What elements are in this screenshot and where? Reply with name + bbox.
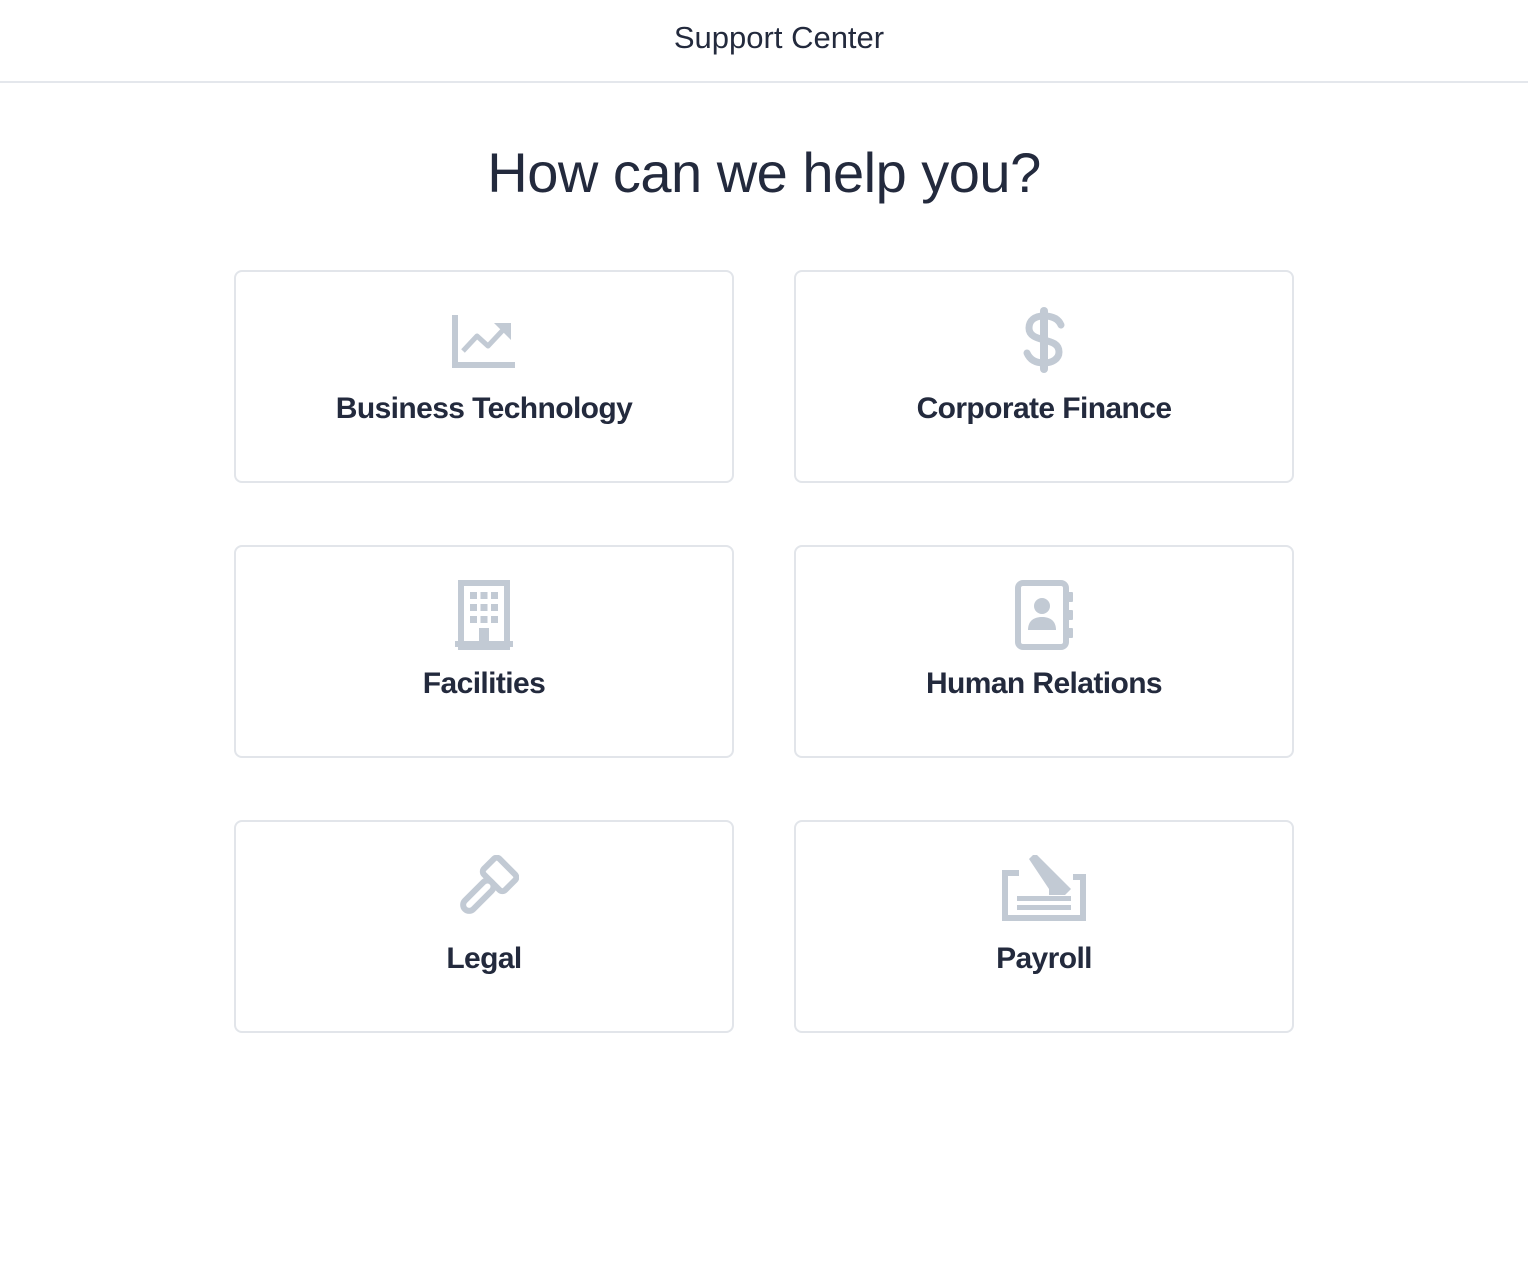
building-icon (449, 580, 519, 650)
category-card-corporate-finance[interactable]: Corporate Finance (794, 270, 1294, 483)
card-label: Payroll (996, 942, 1092, 975)
chart-line-icon (449, 305, 519, 375)
page-headline: How can we help you? (487, 141, 1041, 204)
card-label: Legal (446, 942, 522, 975)
card-label: Corporate Finance (916, 392, 1172, 425)
header-title: Support Center (673, 20, 885, 55)
category-card-business-technology[interactable]: Business Technology (234, 270, 734, 483)
category-card-human-relations[interactable]: Human Relations (794, 545, 1294, 758)
gavel-icon (449, 855, 519, 925)
dollar-sign-icon (1009, 305, 1079, 375)
category-card-legal[interactable]: Legal (234, 820, 734, 1033)
card-label: Human Relations (925, 667, 1163, 700)
card-label: Business Technology (335, 392, 633, 425)
signature-icon (999, 855, 1089, 925)
card-label: Facilities (422, 667, 546, 700)
address-book-icon (1009, 580, 1079, 650)
header: Support Center (0, 0, 1528, 83)
category-card-payroll[interactable]: Payroll (794, 820, 1294, 1033)
category-card-facilities[interactable]: Facilities (234, 545, 734, 758)
